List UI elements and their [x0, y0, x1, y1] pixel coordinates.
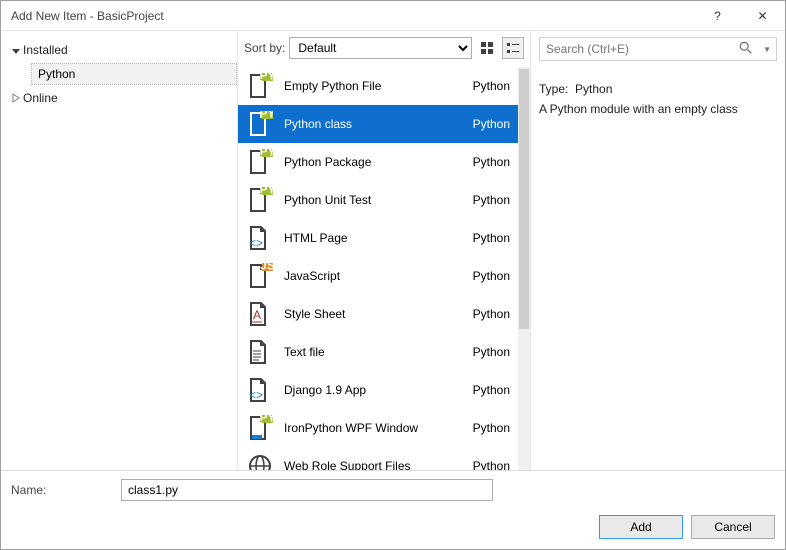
- template-lang: Python: [473, 231, 512, 245]
- svg-text:<>: <>: [249, 388, 263, 402]
- template-name: JavaScript: [274, 269, 473, 283]
- button-row: Add Cancel: [11, 515, 775, 539]
- template-lang: Python: [473, 117, 512, 131]
- name-row: Name:: [11, 479, 775, 501]
- scrollbar-thumb[interactable]: [519, 69, 529, 329]
- template-name: Empty Python File: [274, 79, 473, 93]
- template-name: Web Role Support Files: [274, 459, 473, 470]
- window-title: Add New Item - BasicProject: [11, 9, 695, 23]
- details-icon: [506, 41, 520, 55]
- svg-text:PY: PY: [259, 415, 273, 425]
- type-label: Type:: [539, 82, 568, 96]
- template-icon: JS: [246, 262, 274, 290]
- template-lang: Python: [473, 155, 512, 169]
- template-lang: Python: [473, 79, 512, 93]
- template-item[interactable]: A Style Sheet Python: [238, 295, 518, 333]
- help-icon: ?: [714, 9, 721, 23]
- bottom-panel: Name: Add Cancel: [1, 470, 785, 549]
- svg-text:PY: PY: [259, 111, 273, 121]
- template-lang: Python: [473, 421, 512, 435]
- tree-node-online[interactable]: Online: [1, 87, 237, 109]
- tree-node-installed[interactable]: Installed: [1, 39, 237, 61]
- template-name: Python Unit Test: [274, 193, 473, 207]
- template-item[interactable]: PY Empty Python File Python: [238, 67, 518, 105]
- category-tree: Installed Python Online: [1, 31, 238, 470]
- search-icon: [739, 41, 753, 55]
- close-icon: ✕: [757, 9, 767, 23]
- template-item[interactable]: PY Python class Python: [238, 105, 518, 143]
- template-lang: Python: [473, 269, 512, 283]
- template-item[interactable]: PY IronPython WPF Window Python: [238, 409, 518, 447]
- tree-label: Online: [23, 91, 58, 105]
- view-large-icons-button[interactable]: [476, 37, 498, 59]
- svg-text:PY: PY: [259, 149, 273, 159]
- add-button[interactable]: Add: [599, 515, 683, 539]
- sort-label: Sort by:: [244, 41, 285, 55]
- template-name: IronPython WPF Window: [274, 421, 473, 435]
- template-item[interactable]: <> Django 1.9 App Python: [238, 371, 518, 409]
- template-item[interactable]: Text file Python: [238, 333, 518, 371]
- sort-dropdown[interactable]: Default: [289, 37, 472, 59]
- close-button[interactable]: ✕: [740, 1, 785, 31]
- sort-row: Sort by: Default: [238, 31, 530, 61]
- name-label: Name:: [11, 483, 111, 497]
- svg-text:<>: <>: [249, 236, 263, 250]
- collapsed-arrow-icon: [9, 93, 23, 103]
- template-panel: Sort by: Default PY Empty P: [238, 31, 531, 470]
- template-name: Python class: [274, 117, 473, 131]
- search-dropdown-icon[interactable]: ▼: [763, 45, 771, 54]
- tree-label: Installed: [23, 43, 68, 57]
- svg-text:PY: PY: [259, 73, 273, 83]
- type-value: Python: [575, 82, 612, 96]
- search-wrapper: ▼: [539, 37, 777, 61]
- template-lang: Python: [473, 193, 512, 207]
- tree-node-python[interactable]: Python: [31, 63, 237, 85]
- template-name: HTML Page: [274, 231, 473, 245]
- template-lang: Python: [473, 345, 512, 359]
- template-icon: PY: [246, 110, 274, 138]
- template-name: Django 1.9 App: [274, 383, 473, 397]
- svg-text:PY: PY: [259, 187, 273, 197]
- template-icon: [246, 338, 274, 366]
- template-lang: Python: [473, 383, 512, 397]
- cancel-button[interactable]: Cancel: [691, 515, 775, 539]
- template-details: Type: Python A Python module with an emp…: [539, 79, 777, 120]
- template-item[interactable]: PY Python Unit Test Python: [238, 181, 518, 219]
- template-item[interactable]: Web Role Support Files Python: [238, 447, 518, 470]
- type-description: A Python module with an empty class: [539, 99, 777, 119]
- name-input[interactable]: [121, 479, 493, 501]
- svg-text:JS: JS: [260, 263, 273, 273]
- view-details-button[interactable]: [502, 37, 524, 59]
- template-icon: [246, 452, 274, 470]
- template-icon: A: [246, 300, 274, 328]
- template-name: Python Package: [274, 155, 473, 169]
- template-icon: PY: [246, 186, 274, 214]
- scrollbar-track[interactable]: [518, 67, 530, 470]
- tree-label: Python: [38, 67, 75, 81]
- template-item[interactable]: PY Python Package Python: [238, 143, 518, 181]
- template-lang: Python: [473, 307, 512, 321]
- title-bar: Add New Item - BasicProject ? ✕: [1, 1, 785, 31]
- template-list: PY Empty Python File Python PY Python cl…: [238, 67, 530, 470]
- template-name: Text file: [274, 345, 473, 359]
- template-icon: PY: [246, 148, 274, 176]
- expanded-arrow-icon: [9, 45, 23, 55]
- template-item[interactable]: JS JavaScript Python: [238, 257, 518, 295]
- template-icon: <>: [246, 376, 274, 404]
- template-icon: <>: [246, 224, 274, 252]
- help-button[interactable]: ?: [695, 1, 740, 31]
- template-icon: PY: [246, 414, 274, 442]
- template-icon: PY: [246, 72, 274, 100]
- template-item[interactable]: <> HTML Page Python: [238, 219, 518, 257]
- svg-text:A: A: [253, 308, 261, 322]
- details-panel: ▼ Type: Python A Python module with an e…: [531, 31, 785, 470]
- template-name: Style Sheet: [274, 307, 473, 321]
- main-content: Installed Python Online Sort by: Default: [1, 31, 785, 470]
- template-lang: Python: [473, 459, 512, 470]
- large-icons-icon: [480, 41, 494, 55]
